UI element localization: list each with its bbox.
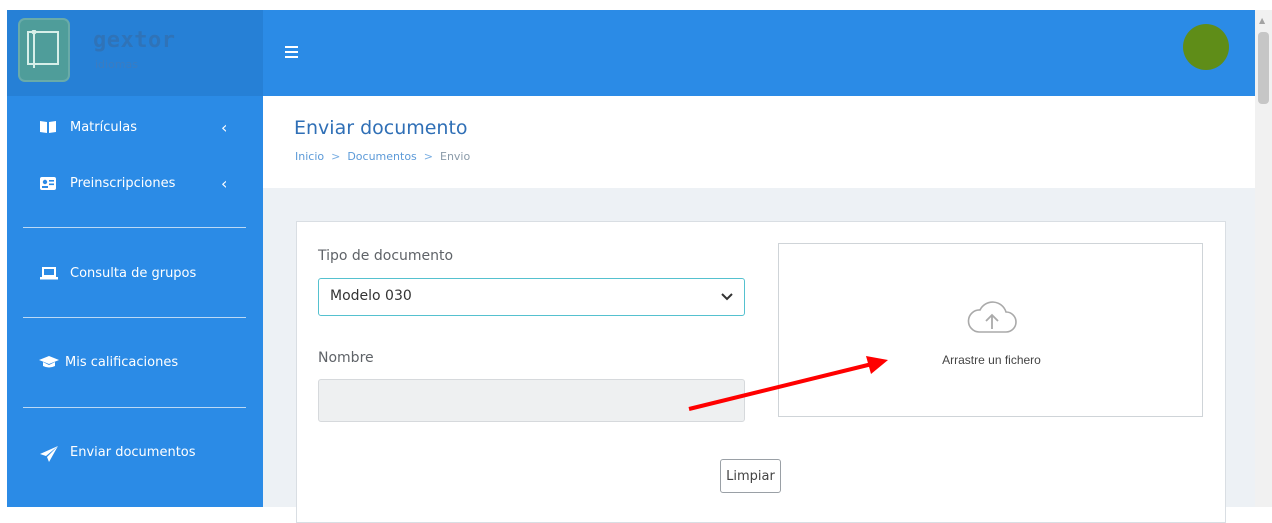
- annotation-arrow: [688, 356, 888, 411]
